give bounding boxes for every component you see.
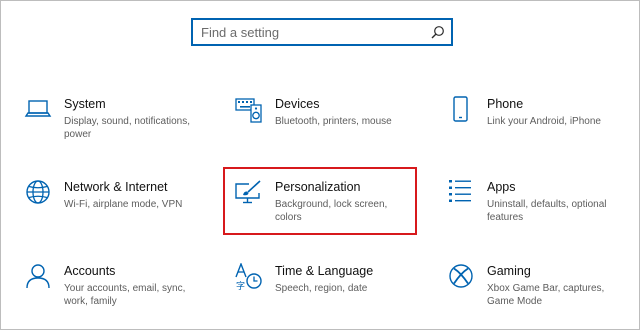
- tile-accounts[interactable]: Accounts Your accounts, email, sync, wor…: [24, 263, 214, 323]
- tile-description: Link your Android, iPhone: [487, 116, 601, 127]
- personalization-highlight-box: [223, 167, 417, 235]
- svg-text:字: 字: [236, 280, 245, 291]
- tile-description: Speech, region, date: [275, 283, 368, 294]
- tile-devices[interactable]: Devices Bluetooth, printers, mouse: [235, 96, 425, 156]
- laptop-icon: [24, 96, 52, 124]
- tile-description: Wi-Fi, airplane mode, VPN: [64, 199, 183, 210]
- tile-description: Bluetooth, printers, mouse: [275, 116, 392, 127]
- tile-description: Xbox Game Bar, captures, Game Mode: [487, 283, 605, 307]
- search-icon[interactable]: [431, 25, 445, 39]
- tile-title: Phone: [487, 97, 524, 111]
- tile-description: Display, sound, notifications, power: [64, 116, 190, 140]
- tile-description: Uninstall, defaults, optional features: [487, 199, 607, 223]
- tile-title: Gaming: [487, 264, 531, 278]
- tile-title: Accounts: [64, 264, 116, 278]
- tile-title: Apps: [487, 180, 516, 194]
- phone-icon: [447, 96, 475, 124]
- tile-gaming[interactable]: Gaming Xbox Game Bar, captures, Game Mod…: [447, 263, 637, 323]
- tile-phone[interactable]: Phone Link your Android, iPhone: [447, 96, 637, 156]
- tile-title: Time & Language: [275, 264, 374, 278]
- search-input[interactable]: [193, 20, 431, 44]
- xbox-icon: [447, 263, 475, 291]
- settings-window: System Display, sound, notifications, po…: [0, 0, 640, 330]
- globe-icon: [24, 179, 52, 207]
- tile-apps[interactable]: Apps Uninstall, defaults, optional featu…: [447, 179, 637, 239]
- time-language-icon: 字: [235, 263, 263, 291]
- tile-system[interactable]: System Display, sound, notifications, po…: [24, 96, 214, 156]
- search-box[interactable]: [191, 18, 453, 46]
- apps-list-icon: [447, 179, 475, 207]
- tile-description: Your accounts, email, sync, work, family: [64, 283, 186, 307]
- keyboard-speaker-icon: [235, 96, 263, 124]
- tile-title: Network & Internet: [64, 180, 168, 194]
- person-icon: [24, 263, 52, 291]
- tile-network-internet[interactable]: Network & Internet Wi-Fi, airplane mode,…: [24, 179, 214, 239]
- tile-time-language[interactable]: 字 Time & Language Speech, region, date: [235, 263, 425, 323]
- tile-title: System: [64, 97, 106, 111]
- tile-title: Devices: [275, 97, 320, 111]
